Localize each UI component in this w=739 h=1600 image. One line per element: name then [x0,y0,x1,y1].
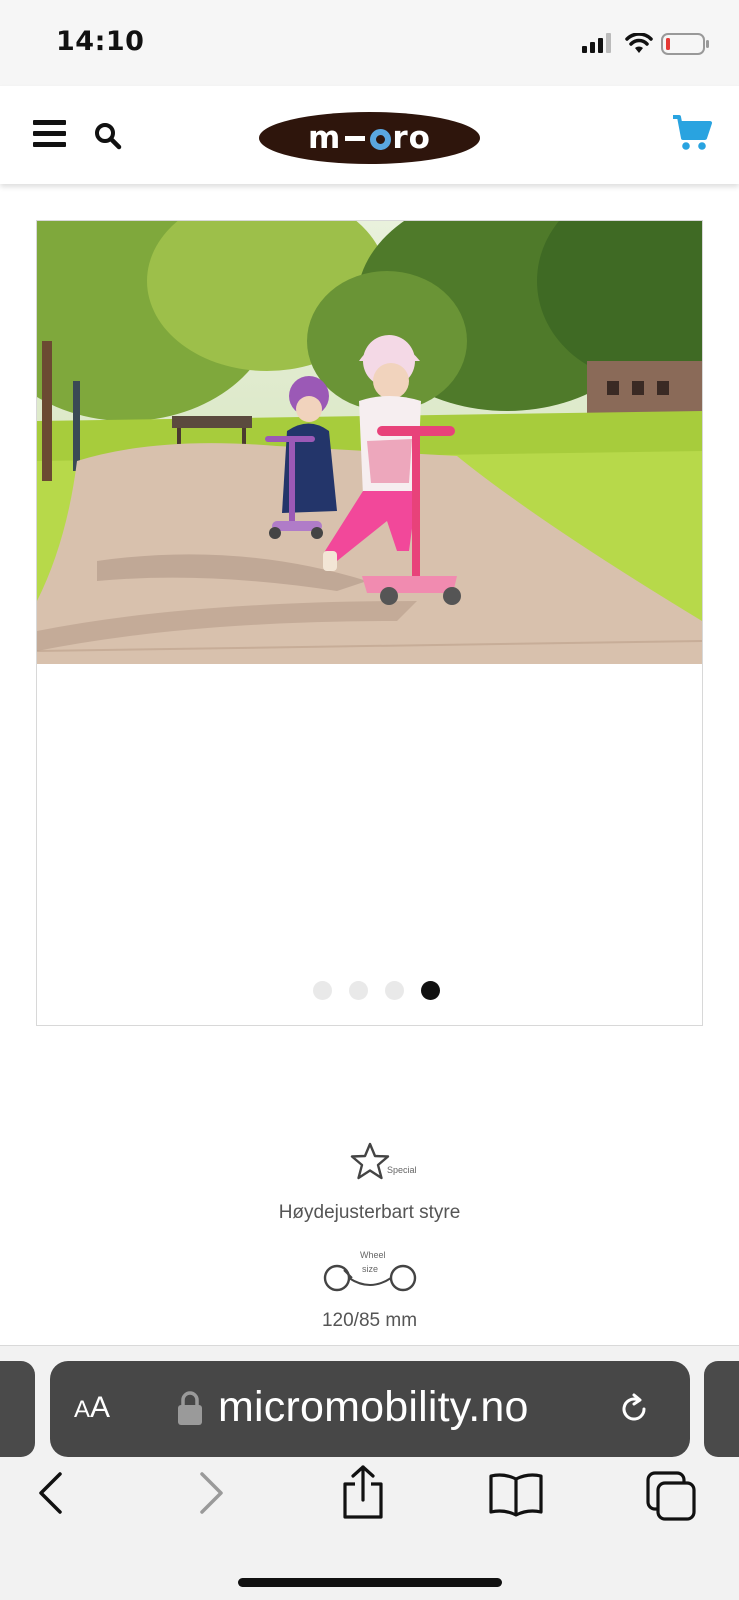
wheel-label-line2: size [362,1264,379,1274]
carousel-dots [37,981,702,1000]
site-header: m ro [0,86,739,184]
micro-logo[interactable]: m ro [259,112,480,164]
logo-c-mark [370,128,392,150]
aa-big-label: A [90,1391,111,1424]
battery-icon [661,33,709,55]
back-icon[interactable] [36,1471,66,1515]
search-icon[interactable] [94,122,122,150]
carousel-dot-3[interactable] [385,981,404,1000]
star-special-icon [350,1142,390,1180]
logo-dash [345,135,366,141]
reload-icon[interactable] [616,1391,652,1427]
aa-small-label: A [74,1396,91,1423]
clock: 14:10 [56,26,145,57]
forward-icon[interactable] [196,1471,226,1515]
product-gallery[interactable] [36,220,703,1026]
logo-text-right: ro [392,120,431,156]
carousel-dot-1[interactable] [313,981,332,1000]
previous-tab-preview[interactable] [0,1361,35,1457]
wheel-size-text: 120/85 mm [321,1310,418,1331]
carousel-dot-4-active[interactable] [421,981,440,1000]
home-indicator[interactable] [238,1578,502,1587]
tabs-icon[interactable] [645,1470,697,1522]
wheel-label-line1: Wheel [360,1250,386,1260]
logo-text-left: m [308,120,342,156]
cellular-signal-icon [582,33,611,53]
product-photo-kids-on-scooters [37,221,702,664]
address-bar[interactable]: AA micromobility.no [50,1361,690,1457]
special-feature-text: Høydejusterbart styre [278,1202,461,1223]
url-text: micromobility.no [218,1383,529,1431]
special-label: Special [387,1165,417,1175]
share-icon[interactable] [340,1464,386,1520]
carousel-dot-2[interactable] [349,981,368,1000]
browser-toolbar: AA micromobility.no [0,1345,739,1600]
lock-icon [178,1391,202,1425]
shopping-cart-icon[interactable] [671,114,713,152]
hamburger-menu-icon[interactable] [33,120,66,148]
bookmarks-icon[interactable] [488,1471,544,1517]
status-bar: 14:10 [0,0,739,86]
wifi-icon [625,33,653,53]
reader-options-button[interactable]: AA [74,1391,110,1425]
next-tab-preview[interactable] [704,1361,739,1457]
